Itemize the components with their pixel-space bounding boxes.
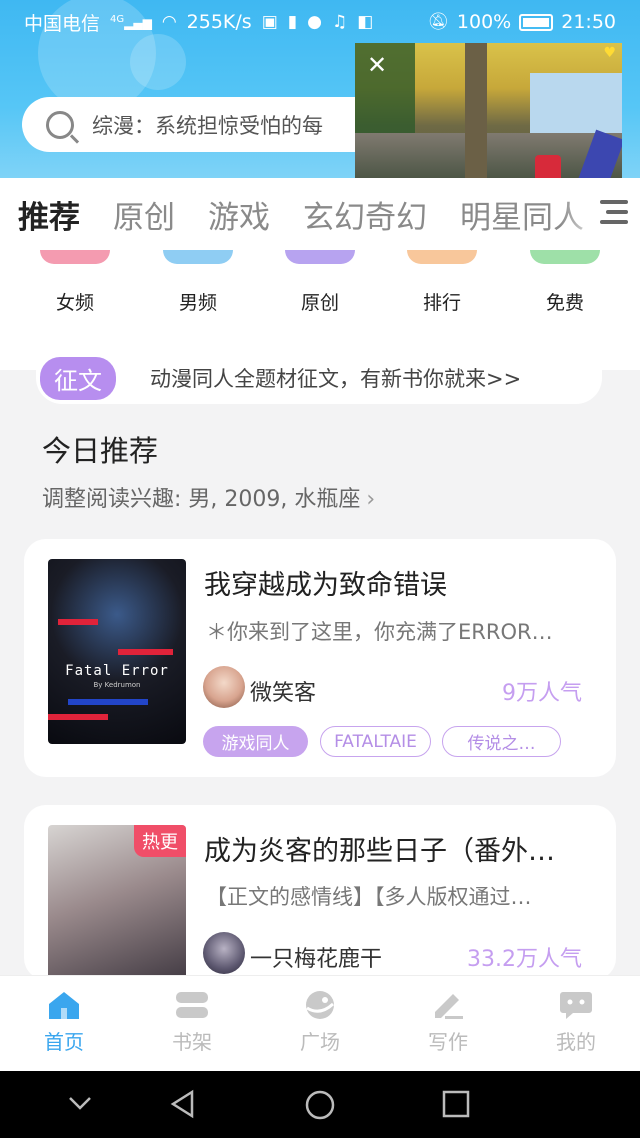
alert-icon: ▮ (287, 12, 298, 32)
male-channel-icon (163, 250, 233, 264)
music-app-icon: ♫ (331, 12, 348, 32)
quick-entry-label: 免费 (545, 292, 584, 314)
cover-title: Fatal Error (65, 663, 169, 679)
quick-entry-male[interactable]: 男频 (158, 250, 238, 315)
cover-glitch-bar (58, 619, 98, 625)
free-icon (530, 250, 600, 264)
avatar (203, 666, 245, 708)
signal-icon: 4G▂▄▆ (110, 14, 152, 30)
close-icon[interactable]: ✕ (367, 53, 387, 77)
avatar (203, 932, 245, 974)
original-icon (285, 250, 355, 264)
book-description: 【正文的感情线】【多人版权通过… (206, 885, 532, 909)
plaza-icon (303, 990, 337, 1020)
nav-profile[interactable]: 我的 (512, 976, 640, 1071)
tab-original[interactable]: 原创 (113, 192, 175, 237)
book-cover: 热更 (48, 825, 186, 980)
essay-contest-banner[interactable]: 征文 动漫同人全题材征文，有新书你就来>> (36, 352, 602, 404)
system-navigation-bar (0, 1071, 640, 1138)
book-card[interactable]: 热更 成为炎客的那些日子（番外… 【正文的感情线】【多人版权通过… 一只梅花鹿干… (24, 805, 616, 980)
tag-chip[interactable]: 游戏同人 (203, 726, 308, 757)
wechat-icon: ● (307, 12, 322, 32)
book-title: 我穿越成为致命错误 (204, 570, 447, 601)
author-name: 一只梅花鹿干 (250, 947, 383, 972)
video-frame-detail (465, 43, 487, 193)
home-icon (47, 990, 81, 1020)
ranking-icon (407, 250, 477, 264)
app-icon: ◧ (357, 12, 374, 32)
nav-label: 我的 (556, 1030, 596, 1054)
status-bar: 中国电信 4G▂▄▆ ◠ 255K/s ▣ ▮ ● ♫ ◧ 🔕︎ 100% 21… (0, 0, 640, 44)
quick-entry-label: 女频 (55, 292, 94, 314)
bookshelf-icon (175, 990, 209, 1020)
search-icon (46, 110, 74, 139)
hot-update-badge: 热更 (134, 825, 186, 857)
cover-subtitle: By Kedrumon (93, 681, 141, 689)
wifi-icon: ◠ (161, 12, 177, 32)
back-icon[interactable] (168, 1089, 198, 1123)
cover-glitch-bar (68, 699, 148, 705)
quick-entry-ranking[interactable]: 排行 (402, 250, 482, 315)
chevron-right-icon: › (366, 487, 376, 512)
popularity-count: 9万人气 (502, 681, 582, 706)
tab-recommend[interactable]: 推荐 (18, 192, 80, 250)
reading-interest-text: 调整阅读兴趣: 男, 2009, 水瓶座 (42, 487, 361, 512)
bottom-navigation: 首页 书架 广场 写作 我的 (0, 975, 640, 1071)
nav-bookshelf[interactable]: 书架 (128, 976, 256, 1071)
floating-video-window[interactable]: ✕ ♥ (355, 43, 622, 193)
quick-entry-label: 男频 (178, 292, 217, 314)
tag-chip[interactable]: 传说之… (442, 726, 561, 757)
author-name: 微笑客 (250, 681, 317, 706)
contest-badge: 征文 (40, 356, 116, 400)
home-button-icon[interactable] (304, 1089, 336, 1125)
app-notification-icon: ▣ (261, 12, 278, 32)
tab-game[interactable]: 游戏 (208, 192, 270, 237)
book-cover: Fatal Error By Kedrumon (48, 559, 186, 744)
book-description: ＊你来到了这里，你充满了ERROR… (206, 620, 553, 644)
recent-apps-icon[interactable] (441, 1089, 471, 1123)
nav-write[interactable]: 写作 (384, 976, 512, 1071)
network-type: 4G (110, 14, 125, 25)
chevron-down-icon[interactable] (66, 1089, 94, 1121)
quick-entry-free[interactable]: 免费 (525, 250, 605, 315)
carrier-label: 中国电信 (24, 12, 101, 35)
profile-icon (559, 990, 593, 1020)
network-speed: 255K/s (186, 11, 252, 33)
menu-icon[interactable] (600, 200, 628, 228)
heart-icon: ♥ (603, 45, 616, 61)
cover-glitch-bar (48, 714, 108, 720)
nav-label: 书架 (172, 1030, 212, 1054)
tag-chip[interactable]: FATALTAIE (320, 726, 431, 757)
clock: 21:50 (561, 11, 616, 33)
book-card[interactable]: Fatal Error By Kedrumon 我穿越成为致命错误 ＊你来到了这… (24, 539, 616, 777)
reading-interest-link[interactable]: 调整阅读兴趣: 男, 2009, 水瓶座 › (42, 481, 375, 513)
cover-glitch-bar (118, 649, 173, 655)
mute-icon: 🔕︎ (427, 12, 449, 32)
nav-plaza[interactable]: 广场 (256, 976, 384, 1071)
quick-entry-female[interactable]: 女频 (35, 250, 115, 315)
quick-entry-original[interactable]: 原创 (280, 250, 360, 315)
write-icon (431, 990, 465, 1020)
quick-entry-label: 原创 (300, 292, 339, 314)
search-placeholder: 综漫：系统担惊受怕的每 (92, 113, 323, 138)
nav-label: 广场 (300, 1030, 340, 1054)
book-title: 成为炎客的那些日子（番外… (204, 836, 555, 867)
category-tabs: 推荐 原创 游戏 玄幻奇幻 明星同人 (0, 178, 640, 250)
popularity-count: 33.2万人气 (467, 947, 582, 972)
female-channel-icon (40, 250, 110, 264)
nav-home[interactable]: 首页 (0, 976, 128, 1071)
section-title: 今日推荐 (42, 434, 159, 468)
battery-icon (519, 13, 554, 31)
battery-percent: 100% (456, 11, 512, 33)
contest-text: 动漫同人全题材征文，有新书你就来>> (150, 367, 522, 391)
nav-label: 首页 (44, 1030, 84, 1054)
nav-label: 写作 (428, 1030, 468, 1054)
tab-fantasy[interactable]: 玄幻奇幻 (303, 192, 427, 237)
quick-entry-label: 排行 (422, 292, 461, 314)
